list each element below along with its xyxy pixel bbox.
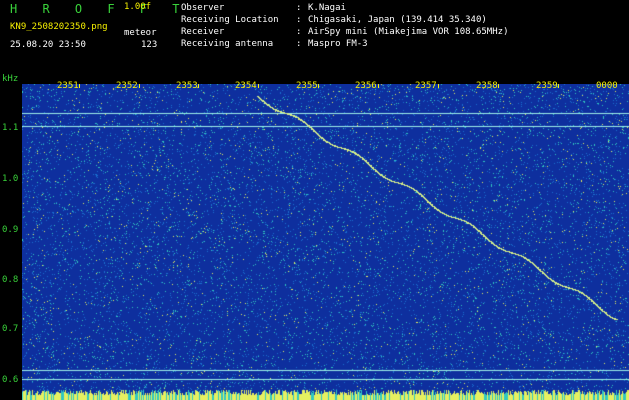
meteor-count: 123 [141,40,158,50]
info-sep: : [296,15,302,25]
info-key-location: Receiving Location [181,15,279,25]
hrofft-window: H R O F F T 1.00f KN9_2508202350.png 25.… [0,0,629,400]
x-tick-mark [198,84,199,88]
y-axis-unit: kHz [2,74,19,84]
info-sep: : [296,3,302,13]
y-tick-label: 0.9 [2,225,19,235]
x-tick-mark [438,84,439,88]
x-tick-label: 2359 [536,81,558,91]
spectrogram-canvas [22,84,629,400]
x-tick-label: 2355 [296,81,318,91]
x-tick-label: 2354 [235,81,257,91]
x-tick-mark [258,84,259,88]
x-tick-label: 2352 [116,81,138,91]
x-tick-mark [378,84,379,88]
x-tick-mark [139,84,140,88]
info-value-receiver: AirSpy mini (Miakejima VOR 108.65MHz) [308,27,509,37]
x-tick-label: 2356 [355,81,377,91]
x-tick-label: 2358 [476,81,498,91]
x-tick-label: 2357 [415,81,437,91]
info-value-observer: K.Nagai [308,3,346,13]
x-tick-mark [318,84,319,88]
info-key-observer: Observer [181,3,225,13]
y-tick-label: 0.8 [2,275,19,285]
y-tick-label: 0.6 [2,375,19,385]
file-name: KN9_2508202350.png [10,22,108,32]
x-tick-label: 0000 [596,81,618,91]
y-tick-label: 1.1 [2,123,19,133]
x-tick-mark [498,84,499,88]
app-version: 1.00f [124,2,152,12]
y-tick-label: 0.7 [2,324,19,334]
spectrogram-plot [22,84,629,400]
app-title: H R O F F T [10,2,189,16]
info-sep: : [296,39,302,49]
info-value-antenna: Maspro FM-3 [308,39,368,49]
x-tick-label: 2351 [57,81,79,91]
y-tick-label: 1.0 [2,174,19,184]
info-sep: : [296,27,302,37]
meteor-label: meteor [124,28,157,38]
x-tick-label: 2353 [176,81,198,91]
x-tick-mark [79,84,80,88]
timestamp: 25.08.20 23:50 [10,40,86,50]
info-key-receiver: Receiver [181,27,225,37]
x-tick-mark [558,84,559,88]
info-value-location: Chigasaki, Japan (139.414 35.340) [308,15,487,25]
info-key-antenna: Receiving antenna [181,39,274,49]
